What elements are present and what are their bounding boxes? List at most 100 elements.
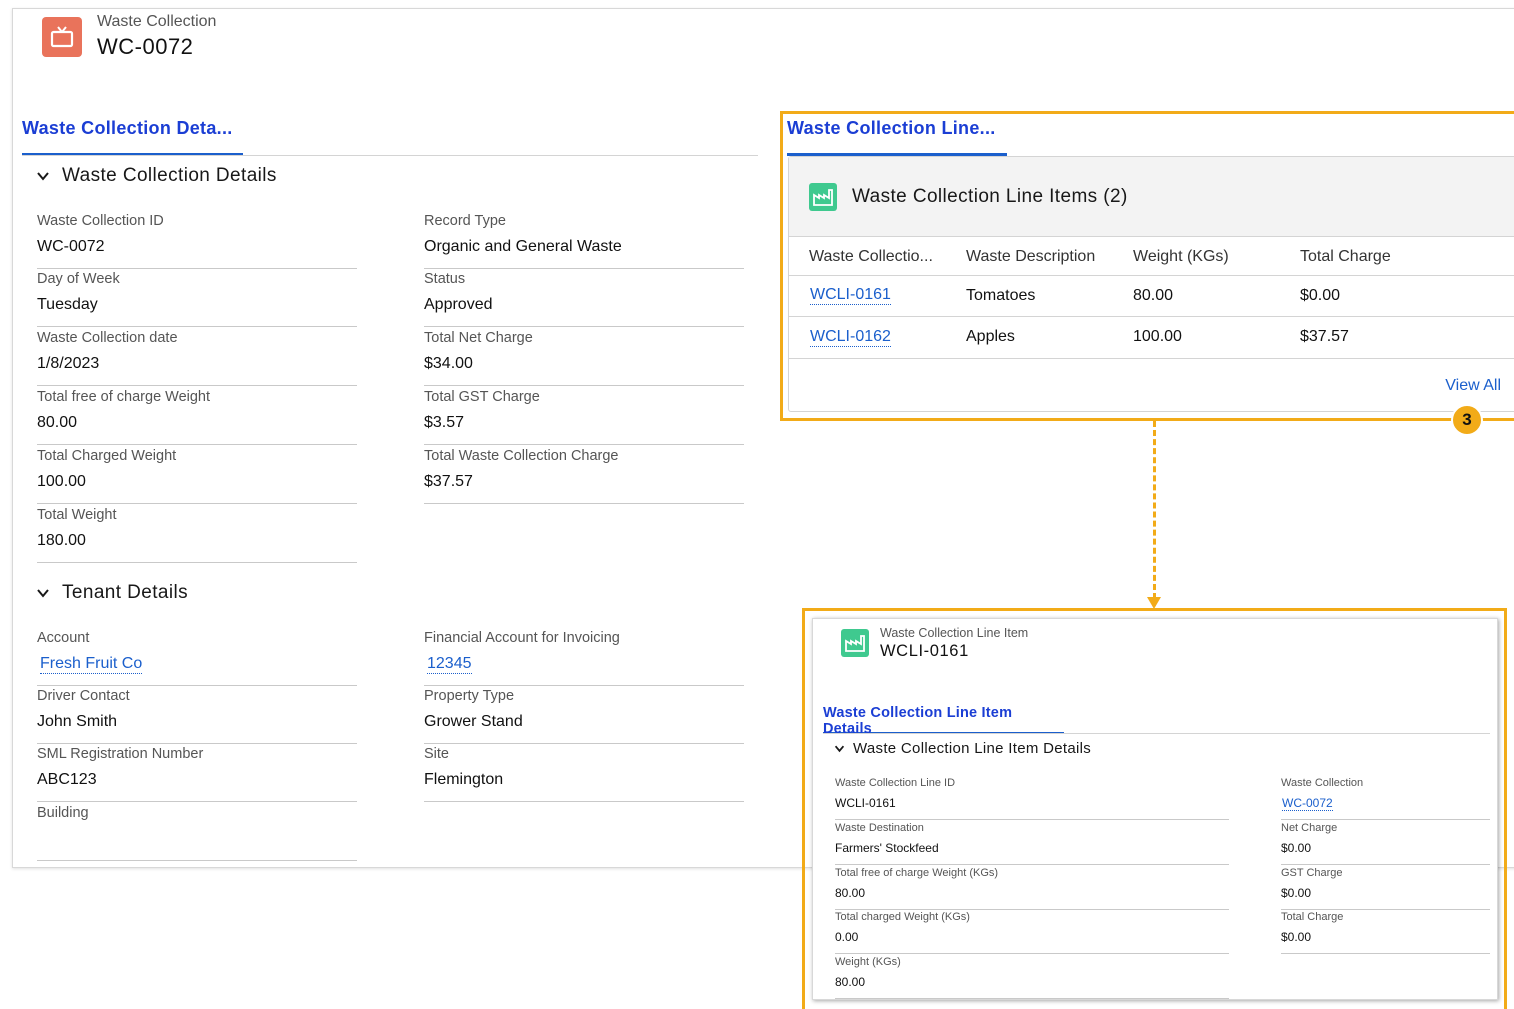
field-value: WCLI-0161 bbox=[835, 796, 896, 810]
chevron-down-icon bbox=[834, 745, 845, 753]
record-name: WC-0072 bbox=[97, 34, 194, 59]
field-label: Waste Destination bbox=[835, 822, 924, 834]
table-cell: Apples bbox=[966, 328, 1015, 345]
financial-account-link[interactable]: 12345 bbox=[427, 655, 472, 674]
field-status: Status Approved bbox=[424, 271, 744, 327]
field-total-weight: Total Weight 180.00 bbox=[37, 507, 357, 563]
tab-divider bbox=[823, 733, 1490, 734]
field-label: Total charged Weight (KGs) bbox=[835, 911, 970, 923]
field-value: $37.57 bbox=[424, 473, 473, 490]
field-value: Farmers' Stockfeed bbox=[835, 841, 939, 855]
field-value: 80.00 bbox=[37, 414, 78, 431]
column-header[interactable]: Weight (KGs) bbox=[1133, 248, 1229, 266]
related-list-title: Waste Collection Line Items (2) bbox=[852, 186, 1128, 207]
factory-icon bbox=[841, 629, 869, 657]
table-cell: Tomatoes bbox=[966, 287, 1036, 304]
factory-icon bbox=[809, 183, 837, 211]
line-item-link[interactable]: WCLI-0161 bbox=[810, 286, 891, 305]
field-value: 80.00 bbox=[835, 975, 866, 989]
field-waste-destination: Waste Destination Farmers' Stockfeed bbox=[835, 822, 1229, 865]
field-value: WC-0072 bbox=[37, 238, 105, 255]
field-value: Organic and General Waste bbox=[424, 238, 622, 255]
field-driver-contact: Driver Contact John Smith bbox=[37, 688, 357, 744]
column-header[interactable]: Waste Description bbox=[966, 248, 1095, 266]
tab-waste-collection-line-items[interactable]: Waste Collection Line... bbox=[787, 118, 1007, 156]
section-toggle-line-item-details[interactable]: Waste Collection Line Item Details bbox=[834, 740, 1091, 757]
field-account: Account Fresh Fruit Co bbox=[37, 630, 357, 686]
field-label: Waste Collection bbox=[1281, 777, 1364, 789]
field-total-gst-charge: Total GST Charge $3.57 bbox=[424, 389, 744, 445]
field-value: $0.00 bbox=[1281, 841, 1312, 855]
field-building: Building bbox=[37, 805, 357, 861]
field-site: Site Flemington bbox=[424, 746, 744, 802]
field-value: Tuesday bbox=[37, 296, 98, 313]
field-charged-weight: Total charged Weight (KGs) 0.00 bbox=[835, 911, 1229, 954]
section-title: Waste Collection Line Item Details bbox=[853, 740, 1092, 757]
waste-collection-link[interactable]: WC-0072 bbox=[1282, 796, 1333, 811]
field-total-waste-collection-charge: Total Waste Collection Charge $37.57 bbox=[424, 448, 744, 504]
field-label: Waste Collection date bbox=[37, 330, 178, 346]
field-label: Building bbox=[37, 805, 89, 821]
field-label: Weight (KGs) bbox=[835, 956, 901, 968]
field-label: Total free of charge Weight (KGs) bbox=[835, 867, 999, 879]
field-value: 0.00 bbox=[835, 930, 859, 944]
field-label: Property Type bbox=[424, 688, 515, 704]
chevron-down-icon bbox=[37, 589, 49, 598]
field-value: $0.00 bbox=[1281, 930, 1312, 944]
field-label: Total free of charge Weight bbox=[37, 389, 211, 405]
field-waste-collection-line-id: Waste Collection Line ID WCLI-0161 bbox=[835, 777, 1229, 820]
column-header[interactable]: Total Charge bbox=[1300, 248, 1391, 266]
field-value: Approved bbox=[424, 296, 493, 313]
field-label: Total Charge bbox=[1281, 911, 1344, 923]
table-cell: 80.00 bbox=[1133, 287, 1174, 304]
field-value: 180.00 bbox=[37, 532, 86, 549]
field-label: Status bbox=[424, 271, 466, 287]
detail-object-label: Waste Collection Line Item bbox=[880, 626, 1029, 640]
related-list-header: Waste Collection Line Items (2) bbox=[789, 157, 1514, 237]
field-total-net-charge: Total Net Charge $34.00 bbox=[424, 330, 744, 386]
field-sml-registration-number: SML Registration Number ABC123 bbox=[37, 746, 357, 802]
field-label: Total Waste Collection Charge bbox=[424, 448, 619, 464]
tab-waste-collection-details[interactable]: Waste Collection Deta... bbox=[22, 118, 243, 156]
detail-record-name: WCLI-0161 bbox=[880, 642, 969, 660]
field-total-free-of-charge-weight: Total free of charge Weight 80.00 bbox=[37, 389, 357, 445]
account-link[interactable]: Fresh Fruit Co bbox=[40, 655, 143, 674]
table-cell: $37.57 bbox=[1300, 328, 1349, 345]
field-record-type: Record Type Organic and General Waste bbox=[424, 213, 744, 269]
field-gst-charge: GST Charge $0.00 bbox=[1281, 867, 1490, 910]
column-header[interactable]: Waste Collectio... bbox=[809, 248, 933, 266]
field-value: $3.57 bbox=[424, 414, 465, 431]
field-total-charge: Total Charge $0.00 bbox=[1281, 911, 1490, 954]
field-label: Waste Collection Line ID bbox=[835, 777, 956, 789]
field-free-of-charge-weight: Total free of charge Weight (KGs) 80.00 bbox=[835, 867, 1229, 910]
field-weight: Weight (KGs) 80.00 bbox=[835, 956, 1229, 999]
callout-badge: 3 bbox=[1451, 404, 1483, 436]
section-toggle-waste-collection-details[interactable]: Waste Collection Details bbox=[36, 165, 277, 187]
row-divider bbox=[789, 275, 1514, 276]
view-all-link[interactable]: View All bbox=[1445, 377, 1501, 395]
section-toggle-tenant-details[interactable]: Tenant Details bbox=[36, 582, 188, 604]
section-title: Waste Collection Details bbox=[62, 165, 277, 186]
field-value: ABC123 bbox=[37, 771, 97, 788]
record-object-label: Waste Collection bbox=[97, 13, 217, 30]
field-property-type: Property Type Grower Stand bbox=[424, 688, 744, 744]
field-label: Total Net Charge bbox=[424, 330, 533, 346]
line-item-link[interactable]: WCLI-0162 bbox=[810, 328, 891, 347]
tab-line-item-details[interactable]: Waste Collection Line Item Details bbox=[823, 705, 1064, 737]
field-value: 100.00 bbox=[37, 473, 86, 490]
field-waste-collection-id: Waste Collection ID WC-0072 bbox=[37, 213, 357, 269]
tv-icon bbox=[42, 17, 82, 57]
field-label: Record Type bbox=[424, 213, 506, 229]
field-label: Day of Week bbox=[37, 271, 120, 287]
row-divider bbox=[789, 316, 1514, 317]
field-value: Flemington bbox=[424, 771, 504, 788]
field-value: John Smith bbox=[37, 713, 118, 730]
field-label: Financial Account for Invoicing bbox=[424, 630, 620, 646]
chevron-down-icon bbox=[37, 172, 49, 181]
field-value: 80.00 bbox=[835, 886, 866, 900]
field-label: Total Weight bbox=[37, 507, 117, 523]
section-title: Tenant Details bbox=[62, 582, 189, 603]
field-financial-account: Financial Account for Invoicing 12345 bbox=[424, 630, 744, 686]
field-total-charged-weight: Total Charged Weight 100.00 bbox=[37, 448, 357, 504]
field-value: Grower Stand bbox=[424, 713, 523, 730]
